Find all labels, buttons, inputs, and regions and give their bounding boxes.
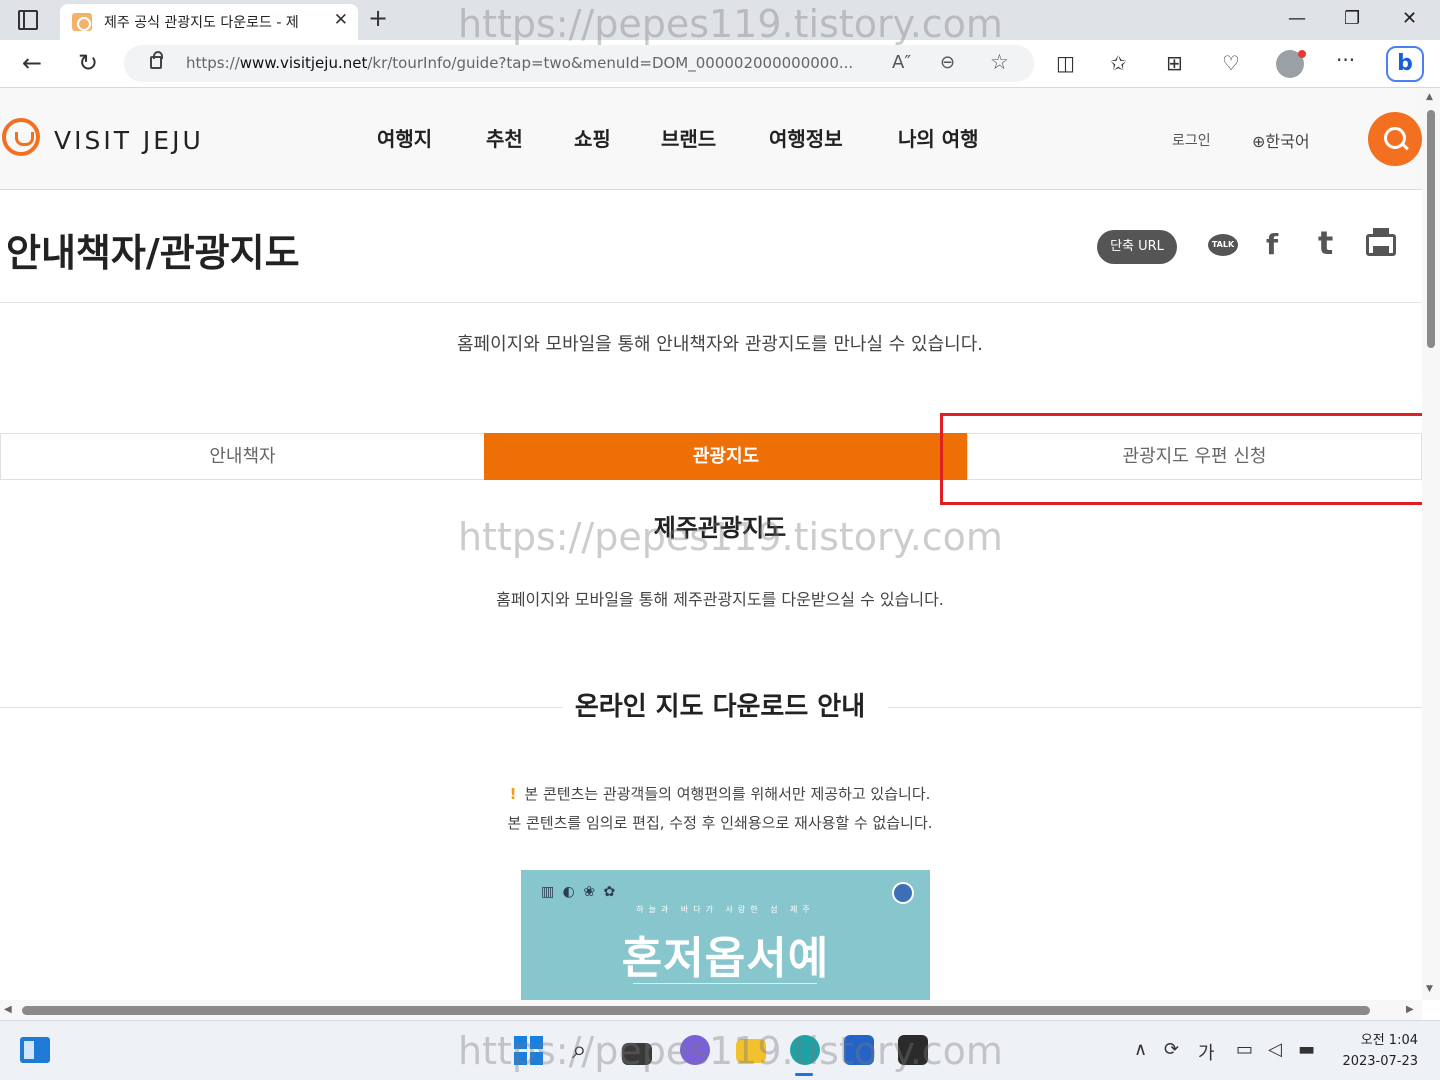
visit-jeju-logo-icon[interactable] xyxy=(2,118,40,156)
nav-travel-info[interactable]: 여행정보 xyxy=(769,123,843,152)
clock-time: 오전 1:04 xyxy=(1360,1033,1418,1048)
vertical-scrollbar[interactable]: ▲ ▼ xyxy=(1422,88,1440,1000)
store-icon[interactable] xyxy=(844,1035,874,1065)
tab-guidebook[interactable]: 안내책자 xyxy=(0,433,485,480)
more-menu-icon[interactable]: ··· xyxy=(1336,48,1355,72)
highlight-annotation-box xyxy=(940,413,1436,505)
browser-tab[interactable]: 제주 공식 관광지도 다운로드 - 제 ✕ xyxy=(60,4,358,40)
banner-subtitle: 하늘과 바다가 사랑한 섬 제주 xyxy=(636,905,815,914)
title-divider xyxy=(0,302,1422,303)
scroll-up-icon[interactable]: ▲ xyxy=(1426,92,1433,102)
ime-indicator[interactable]: 가 xyxy=(1198,1039,1215,1065)
browser-titlebar: 제주 공식 관광지도 다운로드 - 제 ✕ + — ❐ ✕ xyxy=(0,0,1440,40)
site-search-button[interactable] xyxy=(1368,112,1422,166)
split-screen-icon[interactable]: ◫ xyxy=(1056,51,1075,75)
online-download-title: 온라인 지도 다운로드 안내 xyxy=(574,692,866,722)
chat-icon[interactable] xyxy=(680,1035,710,1065)
tab-title: 제주 공식 관광지도 다운로드 - 제 xyxy=(104,15,299,31)
tour-map-banner[interactable]: ▥ ◐ ❀ ✿ 하늘과 바다가 사랑한 섬 제주 혼저옵서예 xyxy=(521,870,930,1001)
zoom-out-icon[interactable]: ⊖ xyxy=(940,52,955,73)
language-label: 한국어 xyxy=(1265,132,1310,151)
lock-icon[interactable] xyxy=(150,51,163,69)
favorites-icon[interactable]: ✩ xyxy=(1110,51,1127,75)
nav-my-trip[interactable]: 나의 여행 xyxy=(898,123,979,152)
back-button[interactable]: ← xyxy=(22,50,42,76)
system-clock[interactable]: 오전 1:04 2023-07-23 xyxy=(1338,1030,1418,1072)
tray-overflow-icon[interactable]: ∧ xyxy=(1134,1039,1147,1060)
battery-icon[interactable]: ▬ xyxy=(1298,1039,1315,1060)
volume-icon[interactable]: ◁ xyxy=(1268,1039,1282,1060)
site-header: VISIT JEJU 여행지 추천 쇼핑 브랜드 여행정보 나의 여행 로그인 … xyxy=(0,88,1422,190)
terminal-icon[interactable] xyxy=(898,1035,928,1065)
collections-icon[interactable]: ⊞ xyxy=(1166,51,1183,75)
globe-icon: ⊕ xyxy=(1252,132,1266,151)
address-bar[interactable]: https://www.visitjeju.net/kr/tourInfo/gu… xyxy=(124,45,1034,82)
scroll-right-icon[interactable]: ▶ xyxy=(1406,1004,1414,1015)
print-icon[interactable] xyxy=(1366,228,1396,256)
nav-brand[interactable]: 브랜드 xyxy=(661,123,716,152)
banner-title: 혼저옵서예 xyxy=(621,933,830,984)
edge-browser-icon[interactable] xyxy=(790,1035,820,1065)
banner-divider xyxy=(633,983,817,984)
tab-actions-icon[interactable] xyxy=(18,10,38,30)
sync-icon[interactable]: ⟳ xyxy=(1164,1039,1179,1060)
taskbar-search-icon[interactable]: ⌕ xyxy=(572,1035,587,1066)
scroll-left-icon[interactable]: ◀ xyxy=(4,1004,12,1015)
kakaotalk-share-icon[interactable]: TALK xyxy=(1208,234,1238,256)
tab-tour-map[interactable]: 관광지도 xyxy=(484,433,968,480)
site-logo-text[interactable]: VISIT JEJU xyxy=(54,126,204,155)
restore-button[interactable]: ❐ xyxy=(1344,8,1360,29)
page-intro: 홈페이지와 모바일을 통해 안내책자와 관광지도를 만나실 수 있습니다. xyxy=(456,334,983,355)
tab-close-icon[interactable]: ✕ xyxy=(334,10,348,30)
facebook-share-icon[interactable]: f xyxy=(1266,228,1278,261)
start-button-icon[interactable] xyxy=(514,1036,544,1066)
short-url-button[interactable]: 단축 URL xyxy=(1097,230,1177,264)
windows-taskbar: ⌕ https://pepes119.tistory.com ∧ ⟳ 가 ▭ ◁… xyxy=(0,1020,1440,1080)
section-title: 제주관광지도 xyxy=(653,514,787,542)
horizontal-scrollbar[interactable]: ◀ ▶ xyxy=(0,1000,1422,1020)
notice-line-1: ! 본 콘텐츠는 관광객들의 여행편의를 위해서만 제공하고 있습니다. xyxy=(509,785,931,803)
minimize-button[interactable]: — xyxy=(1288,8,1306,29)
partner-logos-icon: ▥ ◐ ❀ ✿ xyxy=(541,884,618,900)
active-app-indicator xyxy=(795,1073,813,1076)
nav-destinations[interactable]: 여행지 xyxy=(377,123,432,152)
browser-essentials-icon[interactable]: ♡ xyxy=(1222,51,1240,75)
new-tab-button[interactable]: + xyxy=(368,4,388,32)
notice-line-2: 본 콘텐츠를 임의로 편집, 수정 후 인쇄용으로 재사용할 수 없습니다. xyxy=(507,814,933,832)
file-explorer-icon[interactable] xyxy=(736,1039,766,1063)
twitter-share-icon[interactable]: t xyxy=(1318,224,1333,262)
task-view-icon[interactable] xyxy=(622,1043,652,1065)
nav-recommend[interactable]: 추천 xyxy=(486,123,523,152)
horizontal-scroll-thumb[interactable] xyxy=(22,1006,1370,1015)
clock-date: 2023-07-23 xyxy=(1342,1054,1418,1069)
mascot-badge-icon xyxy=(892,882,914,904)
read-aloud-icon[interactable]: A″ xyxy=(892,52,911,73)
browser-toolbar: ← ↻ https://www.visitjeju.net/kr/tourInf… xyxy=(0,40,1440,88)
network-icon[interactable]: ▭ xyxy=(1236,1039,1253,1060)
profile-notification-dot xyxy=(1298,50,1306,58)
vertical-scroll-thumb[interactable] xyxy=(1427,110,1435,348)
widgets-icon[interactable] xyxy=(20,1037,50,1063)
site-favicon-icon xyxy=(72,13,92,31)
nav-shopping[interactable]: 쇼핑 xyxy=(574,123,611,152)
refresh-button[interactable]: ↻ xyxy=(78,50,98,76)
warning-icon: ! xyxy=(509,785,517,803)
bing-copilot-button[interactable]: b xyxy=(1386,46,1424,82)
url-text[interactable]: https://www.visitjeju.net/kr/tourInfo/gu… xyxy=(186,54,886,72)
login-link[interactable]: 로그인 xyxy=(1172,130,1211,150)
favorite-star-icon[interactable]: ☆ xyxy=(990,50,1009,74)
language-selector[interactable]: ⊕한국어 xyxy=(1252,128,1310,152)
window-close-button[interactable]: ✕ xyxy=(1402,8,1417,29)
section-description: 홈페이지와 모바일을 통해 제주관광지도를 다운받으실 수 있습니다. xyxy=(496,590,944,609)
page-title: 안내책자/관광지도 xyxy=(6,231,300,275)
scroll-down-icon[interactable]: ▼ xyxy=(1426,984,1433,994)
